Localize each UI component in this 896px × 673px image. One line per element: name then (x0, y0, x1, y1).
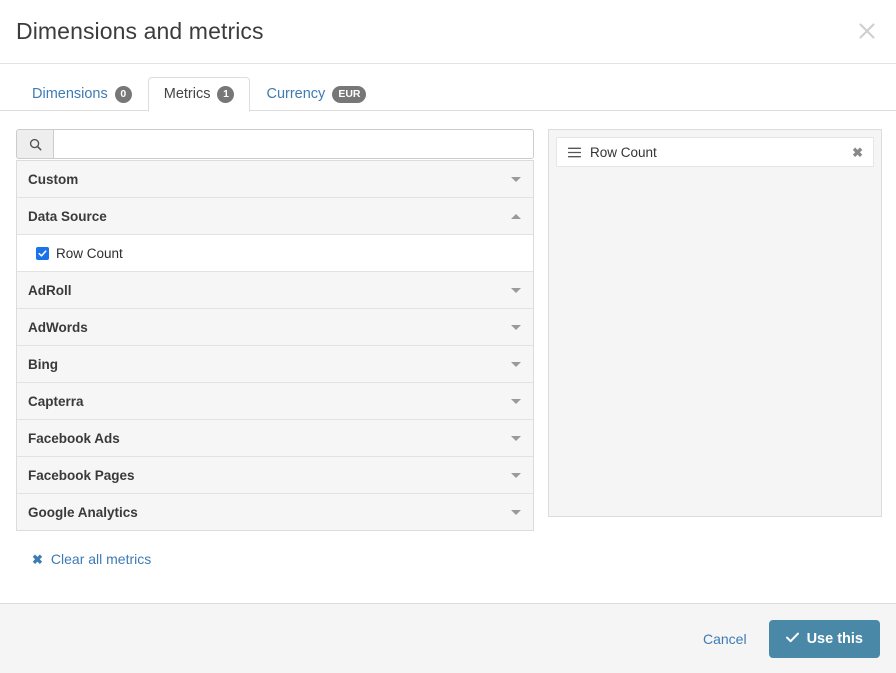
x-icon: ✖ (32, 551, 43, 567)
tab-dimensions-badge: 0 (114, 85, 132, 103)
use-this-button[interactable]: Use this (768, 619, 880, 658)
accordion-group-label: Custom (28, 171, 79, 187)
accordion-group-label: Facebook Pages (28, 467, 135, 483)
chevron-down-icon (511, 287, 521, 293)
accordion-group-facebook-pages[interactable]: Facebook Pages (17, 456, 533, 493)
available-metrics-column: Custom Data Source Row Count AdRoll AdWo… (16, 129, 534, 567)
selected-metric-chip[interactable]: Row Count ✖ (556, 137, 874, 167)
clear-all-metrics-label: Clear all metrics (50, 551, 152, 567)
clear-all-metrics-link[interactable]: ✖ Clear all metrics (32, 551, 151, 567)
accordion-group-facebook-ads[interactable]: Facebook Ads (17, 419, 533, 456)
search-bar (16, 129, 534, 159)
tab-currency-label: Currency (266, 86, 326, 102)
tab-metrics-badge: 1 (217, 85, 235, 103)
search-icon[interactable] (16, 129, 53, 159)
accordion-group-capterra[interactable]: Capterra (17, 382, 533, 419)
selected-metric-label: Row Count (590, 144, 657, 160)
accordion-group-label: Facebook Ads (28, 430, 120, 446)
accordion-group-custom[interactable]: Custom (17, 160, 533, 197)
search-input[interactable] (53, 129, 534, 159)
chevron-down-icon (511, 176, 521, 182)
chevron-down-icon (511, 398, 521, 404)
selected-metrics-column: Row Count ✖ (548, 129, 882, 517)
accordion-group-google-analytics[interactable]: Google Analytics (17, 493, 533, 530)
chevron-up-icon (511, 213, 521, 219)
tab-metrics-label: Metrics (163, 86, 211, 102)
accordion-group-adwords[interactable]: AdWords (17, 308, 533, 345)
modal-footer: Cancel Use this (0, 603, 896, 673)
cancel-button[interactable]: Cancel (699, 625, 751, 653)
accordion-group-label: Google Analytics (28, 504, 138, 520)
accordion-group-label: Capterra (28, 393, 84, 409)
checkbox-row-count[interactable] (36, 246, 49, 260)
accordion-group-label: AdRoll (28, 282, 72, 298)
remove-icon[interactable]: ✖ (852, 146, 863, 159)
metric-item-label: Row Count (56, 245, 123, 261)
accordion-group-label: Bing (28, 356, 58, 372)
tab-bar: Dimensions 0 Metrics 1 Currency EUR (0, 64, 896, 112)
use-this-label: Use this (806, 630, 863, 647)
page-title: Dimensions and metrics (16, 18, 264, 44)
chevron-down-icon (511, 435, 521, 441)
chevron-down-icon (511, 361, 521, 367)
tab-metrics[interactable]: Metrics 1 (147, 77, 251, 112)
chevron-down-icon (511, 509, 521, 515)
accordion-group-label: AdWords (28, 319, 88, 335)
accordion-group-bing[interactable]: Bing (17, 345, 533, 382)
tab-currency[interactable]: Currency EUR (250, 77, 382, 112)
close-icon[interactable] (852, 16, 882, 46)
tab-dimensions[interactable]: Dimensions 0 (16, 77, 148, 112)
chevron-down-icon (511, 472, 521, 478)
chevron-down-icon (511, 324, 521, 330)
accordion-group-adroll[interactable]: AdRoll (17, 271, 533, 308)
selected-metrics-dropzone[interactable]: Row Count ✖ (548, 129, 882, 517)
dimensions-and-metrics-modal: Dimensions and metrics Dimensions 0 Metr… (0, 0, 896, 673)
modal-body: Custom Data Source Row Count AdRoll AdWo… (0, 111, 896, 603)
tab-dimensions-label: Dimensions (32, 86, 108, 102)
tab-currency-badge: EUR (332, 85, 367, 103)
metrics-accordion-list: Custom Data Source Row Count AdRoll AdWo… (16, 160, 534, 531)
modal-header: Dimensions and metrics (0, 0, 896, 64)
metric-item-row-count[interactable]: Row Count (17, 234, 533, 271)
accordion-group-label: Data Source (28, 208, 107, 224)
check-icon (785, 631, 799, 647)
clear-all-row: ✖ Clear all metrics (16, 531, 534, 567)
drag-handle-icon[interactable] (568, 147, 581, 158)
accordion-group-data-source[interactable]: Data Source (17, 197, 533, 234)
